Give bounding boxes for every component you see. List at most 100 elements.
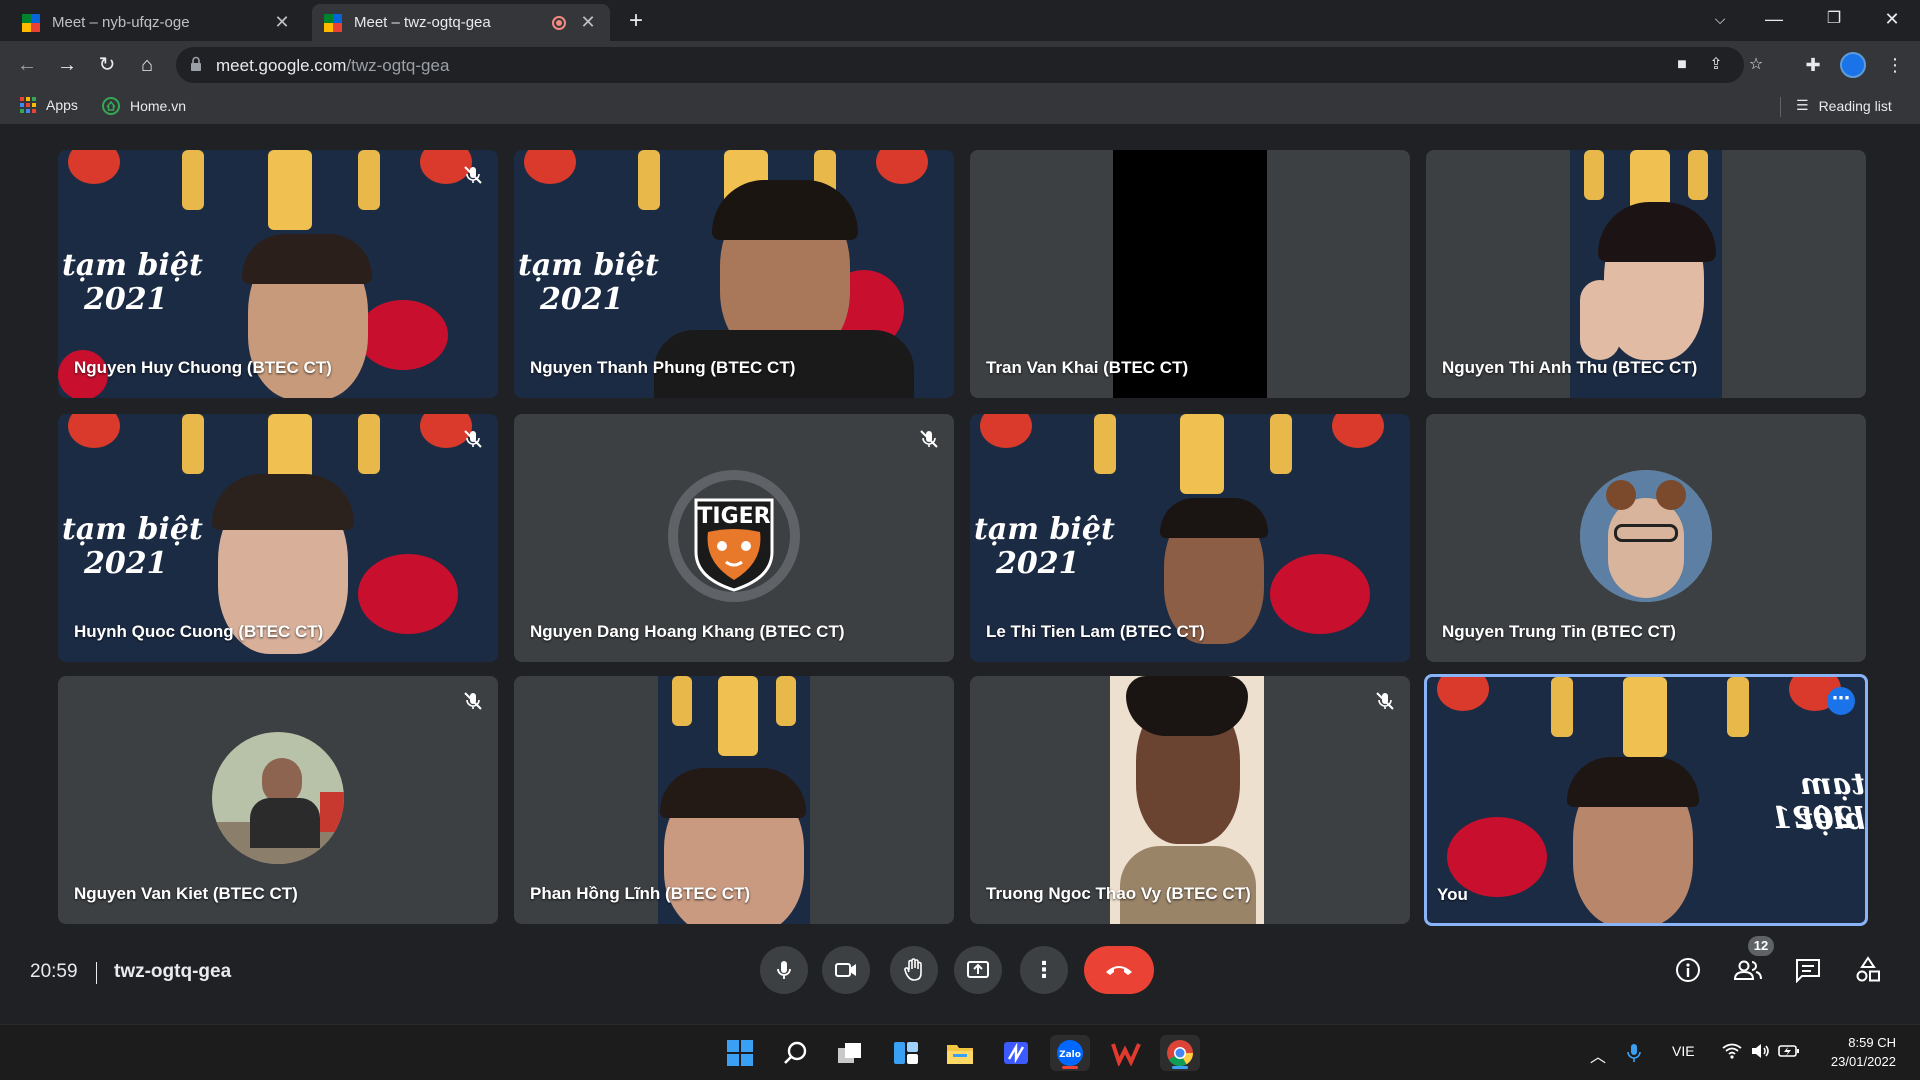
participant-tile[interactable]: tạm biệt 2021 Nguyen Thanh Phung (BTEC C…: [514, 150, 954, 398]
recording-icon: [552, 15, 566, 30]
zalo-icon[interactable]: Zalo: [1050, 1035, 1090, 1071]
bookmark-homevn[interactable]: Home.vn: [102, 97, 186, 115]
chrome-icon[interactable]: [1160, 1035, 1200, 1071]
people-button[interactable]: [1730, 952, 1766, 988]
reading-list-label: Reading list: [1818, 97, 1892, 114]
window-close-icon[interactable]: ✕: [1864, 0, 1920, 41]
divider: [96, 962, 97, 984]
wps-icon[interactable]: [1106, 1035, 1146, 1071]
close-icon[interactable]: ✕: [272, 12, 292, 33]
participant-name: Phan Hồng Lĩnh (BTEC CT): [530, 884, 751, 903]
participant-tile[interactable]: Truong Ngoc Thao Vy (BTEC CT): [970, 676, 1410, 924]
meeting-details-button[interactable]: [1670, 952, 1706, 988]
microphone-button[interactable]: [760, 946, 808, 994]
wifi-icon[interactable]: [1722, 1043, 1742, 1062]
tab-strip: Meet – nyb-ufqz-oge ✕ Meet – twz-ogtq-ge…: [0, 0, 1920, 41]
tab-meet-2[interactable]: Meet – twz-ogtq-gea ✕: [312, 4, 610, 41]
home-icon[interactable]: ⌂: [132, 50, 162, 80]
chat-button[interactable]: [1790, 952, 1826, 988]
activities-icon: [1856, 956, 1880, 982]
participant-tile[interactable]: tạm biệt 2021 Huynh Quoc Cuong (BTEC CT): [58, 414, 498, 662]
meet-favicon-icon: [22, 13, 40, 32]
language-indicator[interactable]: VIE: [1672, 1043, 1695, 1059]
participant-tile[interactable]: Nguyen Van Kiet (BTEC CT): [58, 676, 498, 924]
leave-call-button[interactable]: [1084, 946, 1154, 994]
close-icon[interactable]: ✕: [578, 12, 598, 33]
forward-icon[interactable]: →: [52, 50, 82, 80]
minimize-icon[interactable]: —: [1746, 0, 1802, 41]
restore-icon[interactable]: ❐: [1806, 0, 1862, 41]
windows-taskbar: Zalo ︿ VIE 8:59 CH 23/01/2022: [0, 1024, 1920, 1080]
bookmark-apps[interactable]: Apps: [20, 97, 78, 113]
reading-list-button[interactable]: ☰ Reading list: [1796, 97, 1892, 114]
people-icon: [1733, 960, 1762, 980]
search-icon[interactable]: [776, 1035, 816, 1071]
raise-hand-button[interactable]: [890, 946, 938, 994]
extensions-icon[interactable]: ✚: [1798, 50, 1828, 80]
widgets-icon[interactable]: [886, 1035, 926, 1071]
meet-favicon-icon: [324, 13, 342, 32]
meeting-code: twz-ogtq-gea: [114, 961, 232, 982]
app-icon[interactable]: [996, 1035, 1036, 1071]
mic-off-icon: [920, 430, 938, 448]
new-tab-button[interactable]: +: [622, 8, 650, 36]
profile-avatar[interactable]: [1840, 52, 1866, 78]
participant-tile[interactable]: Phan Hồng Lĩnh (BTEC CT): [514, 676, 954, 924]
meeting-clock: 20:59: [30, 961, 78, 982]
bookmark-label: Home.vn: [130, 98, 187, 114]
hand-icon: [904, 958, 922, 981]
participant-avatar: TIGER: [668, 470, 800, 602]
self-tile[interactable]: tạm biệt 2021 ⋯ You: [1424, 674, 1868, 926]
bookmarks-bar: Apps Home.vn ☰ Reading list: [0, 89, 1920, 125]
reload-icon[interactable]: ↻: [92, 50, 122, 80]
more-vert-icon: ⋮: [1033, 957, 1055, 982]
volume-icon[interactable]: [1750, 1043, 1770, 1062]
back-icon[interactable]: ←: [12, 50, 42, 80]
participant-name: Truong Ngoc Thao Vy (BTEC CT): [986, 884, 1251, 903]
more-options-button[interactable]: ⋮: [1020, 946, 1068, 994]
bookmark-star-icon[interactable]: ☆: [1744, 55, 1768, 75]
tiger-logo-icon: TIGER: [678, 480, 790, 592]
battery-icon[interactable]: [1778, 1043, 1800, 1062]
tab-meet-1[interactable]: Meet – nyb-ufqz-oge ✕: [10, 4, 304, 41]
browser-toolbar: ← → ↻ ⌂ meet.google.com/twz-ogtq-gea ■ ⇪…: [0, 41, 1920, 89]
start-icon[interactable]: [720, 1035, 760, 1071]
url-text: meet.google.com/twz-ogtq-gea: [216, 56, 450, 75]
participant-name: Nguyen Huy Chuong (BTEC CT): [74, 358, 332, 377]
present-screen-button[interactable]: [954, 946, 1002, 994]
hangup-icon: [1106, 966, 1132, 975]
info-icon: [1676, 958, 1700, 982]
participant-tile[interactable]: Nguyen Trung Tin (BTEC CT): [1426, 414, 1866, 662]
participant-name: Nguyen Thi Anh Thu (BTEC CT): [1442, 358, 1698, 377]
participant-tile[interactable]: Tran Van Khai (BTEC CT): [970, 150, 1410, 398]
reading-list-icon: ☰: [1796, 97, 1809, 113]
participant-avatar: [1580, 470, 1712, 602]
camera-icon[interactable]: ■: [1672, 55, 1692, 75]
participant-tile[interactable]: tạm biệt 2021 Nguyen Huy Chuong (BTEC CT…: [58, 150, 498, 398]
svg-text:Zalo: Zalo: [1059, 1050, 1081, 1060]
menu-icon[interactable]: ⋮: [1880, 50, 1910, 80]
system-clock[interactable]: 8:59 CH 23/01/2022: [1810, 1033, 1896, 1071]
camera-button[interactable]: [822, 946, 870, 994]
microphone-tray-icon[interactable]: [1626, 1043, 1642, 1066]
address-bar[interactable]: meet.google.com/twz-ogtq-gea ■ ⇪ ☆: [176, 47, 1763, 83]
participant-avatar: [212, 732, 344, 864]
task-view-icon[interactable]: [830, 1035, 870, 1071]
tab-search-icon[interactable]: ⌵: [1692, 0, 1748, 41]
participant-tile[interactable]: tạm biệt 2021 Le Thi Tien Lam (BTEC CT): [970, 414, 1410, 662]
participant-name: Nguyen Thanh Phung (BTEC CT): [530, 358, 796, 377]
participant-tile[interactable]: Nguyen Thi Anh Thu (BTEC CT): [1426, 150, 1866, 398]
participant-name: Huynh Quoc Cuong (BTEC CT): [74, 622, 324, 641]
tab-title: Meet – twz-ogtq-gea: [354, 14, 491, 31]
lock-icon: [191, 56, 201, 71]
chat-icon: [1796, 959, 1820, 983]
participant-tile[interactable]: TIGER Nguyen Dang Hoang Khang (BTEC CT): [514, 414, 954, 662]
present-icon: [967, 961, 989, 978]
share-icon[interactable]: ⇪: [1706, 55, 1726, 75]
participant-name: Nguyen Dang Hoang Khang (BTEC CT): [530, 622, 845, 641]
more-options-icon[interactable]: ⋯: [1827, 687, 1855, 715]
system-time: 8:59 CH: [1848, 1035, 1896, 1050]
file-explorer-icon[interactable]: [940, 1035, 980, 1071]
show-hidden-icons-icon[interactable]: ︿: [1590, 1043, 1606, 1067]
activities-button[interactable]: [1850, 952, 1886, 988]
